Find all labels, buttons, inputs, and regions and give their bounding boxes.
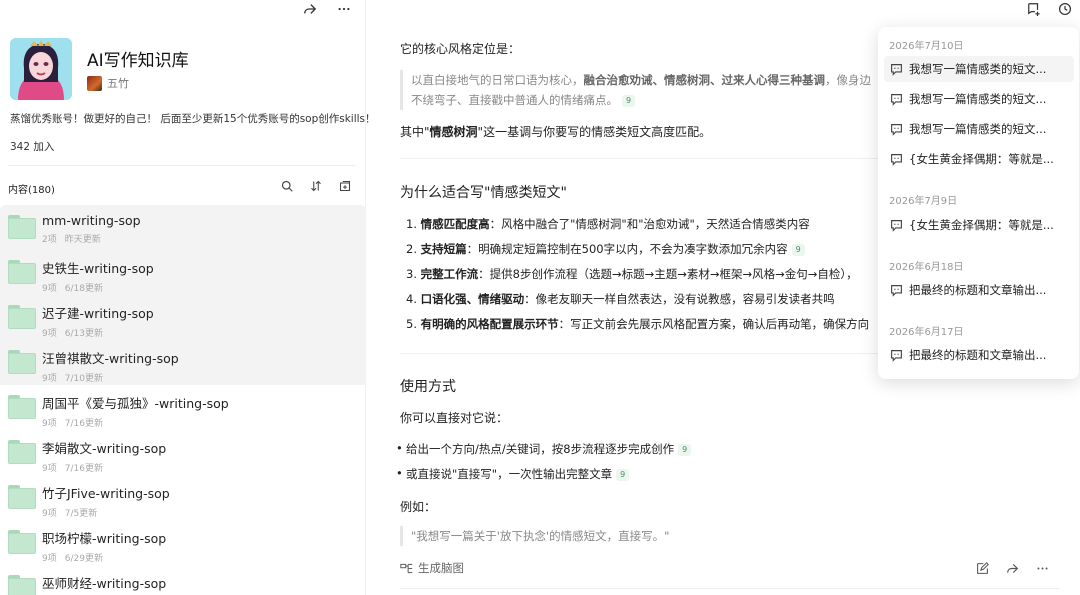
kb-description: 蒸馏优秀账号！做更好的自己！ 后面至少更新15个优秀账号的sop创作skills… [10,113,376,125]
folder-icon [8,485,36,509]
history-item[interactable]: 把最终的标题和文章输出... [884,342,1074,368]
folder-icon [8,260,36,284]
message-actions [974,560,1050,576]
folder-icon [8,575,36,595]
reason-item: 4. 口语化强、情绪驱动：像老友聊天一样自然表达，没有说教感，容易引发读者共鸣 [406,292,835,306]
kb-avatar [10,38,72,100]
chat-icon [891,123,902,136]
usage-heading: 使用方式 [400,379,456,395]
knowledge-base-panel: AI写作知识库 五竹 蒸馏优秀账号！做更好的自己！ 后面至少更新15个优秀账号的… [0,0,376,595]
more-icon[interactable] [335,0,353,18]
content-tools [279,178,353,194]
reason-item: 3. 完整工作流：提供8步创作流程（选题→标题→主题→素材→框架→风格→金句→自… [406,267,858,281]
left-toolbar [301,0,353,18]
mindmap-icon [400,563,413,573]
history-date: 2026年6月18日 [889,262,964,273]
citation-badge[interactable]: 9 [616,468,630,481]
list-item[interactable]: mm-writing-sop 2项 昨天更新 [0,205,366,250]
chat-icon [891,63,902,76]
history-popover: 2026年7月10日 我想写一篇情感类的短文... 我想写一篇情感类的短文...… [878,27,1079,379]
list-item[interactable]: 汪曾祺散文-writing-sop 9项 7/10更新 [0,340,366,385]
content-header: 内容(180) [8,185,55,196]
history-icon[interactable] [1056,0,1074,18]
reason-item: 2. 支持短篇：明确规定短篇控制在500字以内，不会为凑字数添加冗余内容 9 [406,241,805,257]
new-chat-icon[interactable] [1025,0,1043,18]
history-item[interactable]: 我想写一篇情感类的短文... [884,116,1074,142]
folder-icon [8,530,36,554]
example-label: 例如： [400,500,437,514]
usage-intro: 你可以直接对它说： [400,411,509,425]
chat-icon [891,153,902,166]
example-quote: "我想写一篇关于'放下执念'的情感短文，直接写。" [400,526,669,546]
share-icon[interactable] [1004,560,1020,576]
mindmap-label: 生成脑图 [418,561,464,575]
history-item[interactable]: {女生黄金择偶期：等就是... [884,146,1074,172]
history-date: 2026年7月9日 [889,196,958,207]
citation-badge[interactable]: 9 [678,443,692,456]
list-item[interactable]: 李娟散文-writing-sop 9项 7/16更新 [0,430,366,475]
reason-item: 5. 有明确的风格配置展示环节：写正文前会先展示风格配置方案，确认后再动笔，确保… [406,317,870,331]
edit-icon[interactable] [974,560,990,576]
chat-icon [891,284,902,297]
new-folder-icon[interactable] [337,178,353,194]
style-quote: 以直白接地气的日常口语为核心，融合治愈劝诫、情感树洞、过来人心得三种基调，像身边… [400,70,871,110]
more-icon[interactable] [1034,560,1050,576]
search-icon[interactable] [279,178,295,194]
folder-icon [8,395,36,419]
author-row[interactable]: 五竹 [87,75,129,91]
history-item[interactable]: 我想写一篇情感类的短文... [884,86,1074,112]
list-item[interactable]: 职场柠檬-writing-sop 9项 6/29更新 [0,520,366,565]
match-text: 其中"情感树洞"这一基调与你要写的情感类短文高度匹配。 [400,125,712,139]
content-list: mm-writing-sop 2项 昨天更新 史铁生-writing-sop 9项… [0,205,366,595]
list-item[interactable]: 迟子建-writing-sop 9项 6/13更新 [0,295,366,340]
list-item[interactable]: 周国平《爱与孤独》-writing-sop 9项 7/16更新 [0,385,366,430]
usage-item: 给出一个方向/热点/关键词，按8步流程逐步完成创作9 [396,441,692,457]
chat-icon [891,349,902,362]
reason-item: 1. 情感匹配度高：风格中融合了"情感树洞"和"治愈劝诫"，天然适合情感类内容 [406,217,810,231]
history-date: 2026年6月17日 [889,327,964,338]
doc-toolbar [1025,0,1074,18]
divider [8,165,355,166]
kb-title: AI写作知识库 [87,51,189,71]
history-date: 2026年7月10日 [889,41,964,52]
folder-icon [8,350,36,374]
author-name: 五竹 [107,77,129,90]
list-item[interactable]: 巫师财经-writing-sop [0,565,366,595]
author-avatar [87,75,102,91]
usage-item: 或直接说"直接写"，一次性输出完整文章9 [396,466,630,482]
mindmap-button[interactable]: 生成脑图 [400,560,464,576]
why-heading: 为什么适合写"情感类短文" [400,185,567,201]
list-item[interactable]: 史铁生-writing-sop 9项 6/18更新 [0,250,366,295]
folder-icon [8,305,36,329]
chat-icon [891,219,902,232]
citation-badge[interactable]: 9 [791,243,805,256]
folder-icon [8,215,36,239]
intro-text: 它的核心风格定位是： [400,42,521,56]
citation-badge[interactable]: 9 [622,94,636,107]
joined-count: 342 加入 [10,141,55,153]
history-item[interactable]: {女生黄金择偶期：等就是... [884,212,1074,238]
divider [400,588,1060,589]
history-item[interactable]: 我想写一篇情感类的短文... [884,56,1074,82]
chat-icon [891,93,902,106]
list-item[interactable]: 竹子JFive-writing-sop 9项 7/5更新 [0,475,366,520]
history-item[interactable]: 把最终的标题和文章输出... [884,277,1074,303]
sort-icon[interactable] [308,178,324,194]
folder-icon [8,440,36,464]
share-icon[interactable] [301,0,319,18]
